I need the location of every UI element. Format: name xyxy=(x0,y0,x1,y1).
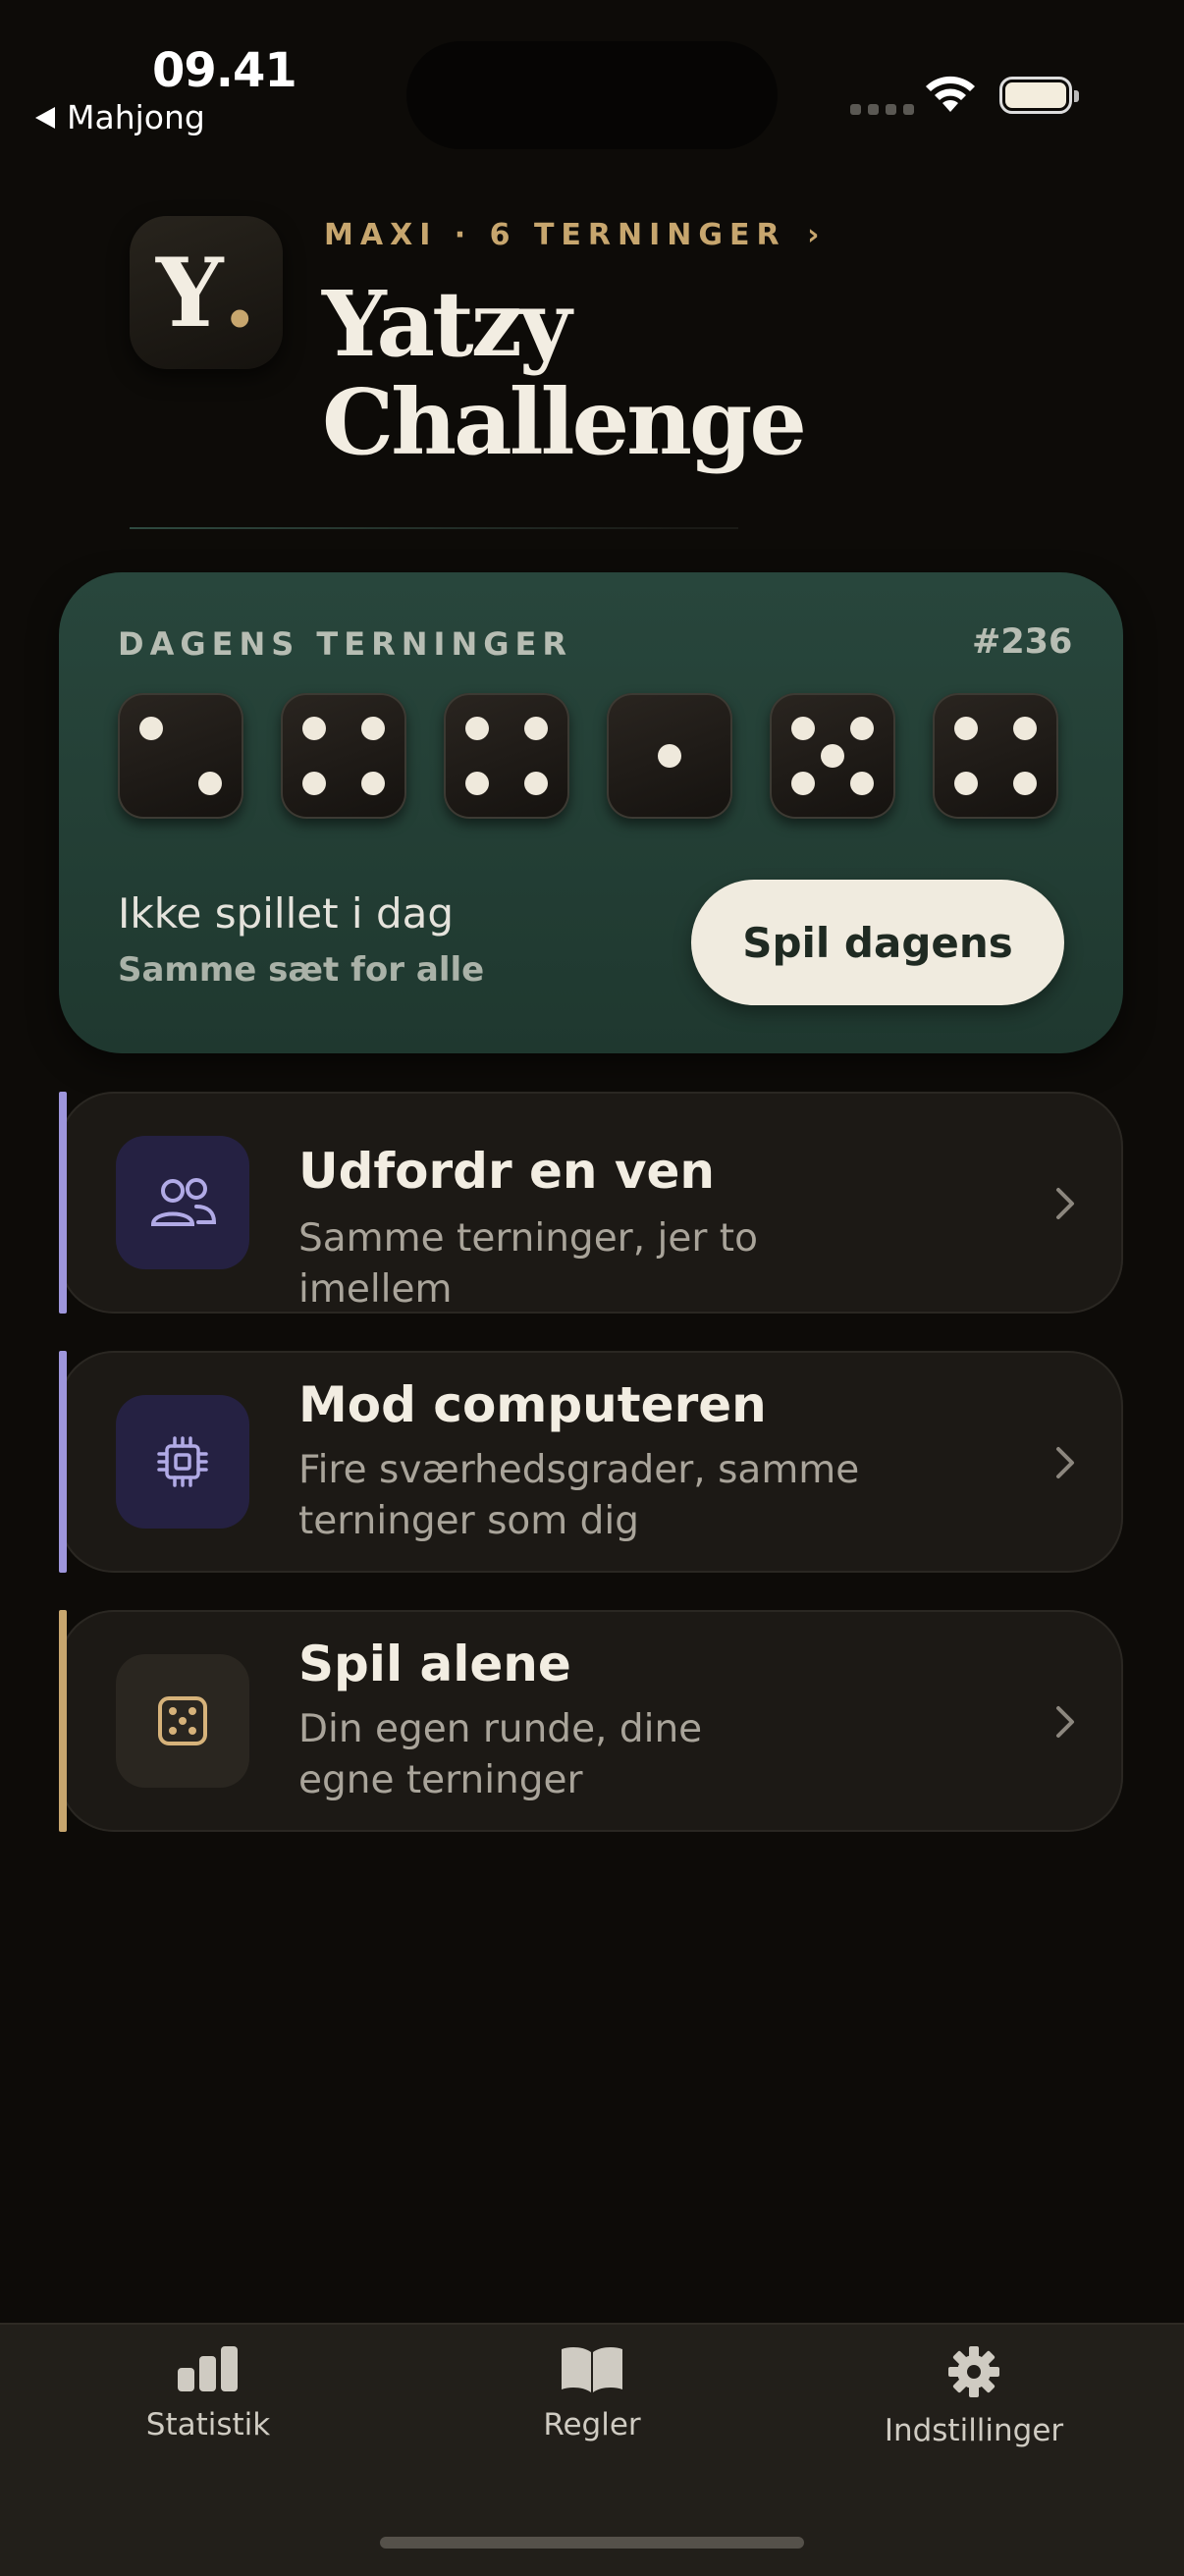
daily-status-sub: Samme sæt for alle xyxy=(118,950,485,990)
die-pip xyxy=(361,772,385,795)
card-accent-bar xyxy=(59,1610,67,1832)
daily-dice-label: DAGENS TERNINGER xyxy=(118,625,572,663)
die-pip xyxy=(791,772,815,795)
chip-icon xyxy=(116,1395,249,1529)
status-time: 09.41 xyxy=(152,43,297,98)
bar-chart-icon xyxy=(178,2346,238,2391)
die-pip xyxy=(524,772,548,795)
users-icon xyxy=(116,1136,249,1269)
mode-selector-label: MAXI · 6 TERNINGER xyxy=(324,218,786,252)
die-pip xyxy=(465,717,489,740)
die-pip xyxy=(139,717,163,740)
page-title: Yatzy Challenge xyxy=(322,271,807,475)
daily-status: Ikke spillet i dag xyxy=(118,889,455,938)
tab-label: Statistik xyxy=(145,2407,271,2442)
home-indicator xyxy=(380,2537,804,2549)
die-pip xyxy=(361,717,385,740)
logo-letter: Y xyxy=(156,237,224,349)
book-icon xyxy=(562,2347,622,2392)
card-accent-bar xyxy=(59,1351,67,1573)
die-pip xyxy=(821,744,844,768)
die-face-4 xyxy=(444,693,569,819)
battery-icon xyxy=(999,77,1079,114)
page-title-line1: Yatzy xyxy=(322,271,571,377)
chevron-right-icon xyxy=(1056,1447,1074,1478)
play-daily-button[interactable]: Spil dagens xyxy=(691,880,1064,1005)
gear-icon xyxy=(948,2346,999,2397)
die-pip xyxy=(791,717,815,740)
die-pip xyxy=(850,772,874,795)
die-face-2 xyxy=(118,693,243,819)
tab-statistik[interactable]: Statistik xyxy=(90,2344,326,2442)
mode-title: Spil alene xyxy=(298,1636,571,1692)
die-pip xyxy=(302,717,326,740)
tab-label: Regler xyxy=(543,2407,641,2442)
wifi-icon xyxy=(926,76,975,112)
die-pip xyxy=(850,717,874,740)
die-face-1 xyxy=(607,693,732,819)
die-pip xyxy=(302,772,326,795)
die-pip xyxy=(658,744,681,768)
die-pip xyxy=(954,772,978,795)
dice-icon xyxy=(116,1654,249,1788)
die-pip xyxy=(1013,717,1037,740)
header-divider xyxy=(130,527,738,529)
die-pip xyxy=(198,772,222,795)
mode-subtitle: Fire sværhedsgrader, samme terninger som… xyxy=(298,1448,860,1543)
logo-dot: . xyxy=(223,237,256,349)
back-app-label: Mahjong xyxy=(67,98,205,136)
die-face-5 xyxy=(770,693,895,819)
mode-subtitle: Din egen runde, dine egne terninger xyxy=(298,1707,703,1802)
chevron-right-icon: › xyxy=(807,218,820,252)
die-face-4 xyxy=(933,693,1058,819)
die-pip xyxy=(465,772,489,795)
tab-label: Indstillinger xyxy=(884,2413,1064,2448)
chevron-right-icon xyxy=(1056,1188,1074,1219)
die-pip xyxy=(524,717,548,740)
die-pip xyxy=(954,717,978,740)
dynamic-island xyxy=(406,41,778,149)
page-title-line2: Challenge xyxy=(322,369,807,475)
back-triangle-icon xyxy=(35,106,55,129)
app-logo: Y. xyxy=(130,216,283,369)
tab-regler[interactable]: Regler xyxy=(474,2344,710,2442)
mode-selector-link[interactable]: MAXI · 6 TERNINGER › xyxy=(324,218,819,252)
mode-title: Udfordr en ven xyxy=(298,1143,716,1200)
mode-title: Mod computeren xyxy=(298,1376,767,1433)
die-pip xyxy=(1013,772,1037,795)
back-to-app-button[interactable]: Mahjong xyxy=(35,98,205,136)
signal-icon xyxy=(850,104,914,115)
chevron-right-icon xyxy=(1056,1706,1074,1738)
tab-indstillinger[interactable]: Indstillinger xyxy=(856,2344,1092,2448)
card-accent-bar xyxy=(59,1092,67,1314)
daily-number: #236 xyxy=(972,622,1073,662)
mode-subtitle: Samme terninger, jer to imellem xyxy=(298,1216,758,1312)
die-face-4 xyxy=(281,693,406,819)
